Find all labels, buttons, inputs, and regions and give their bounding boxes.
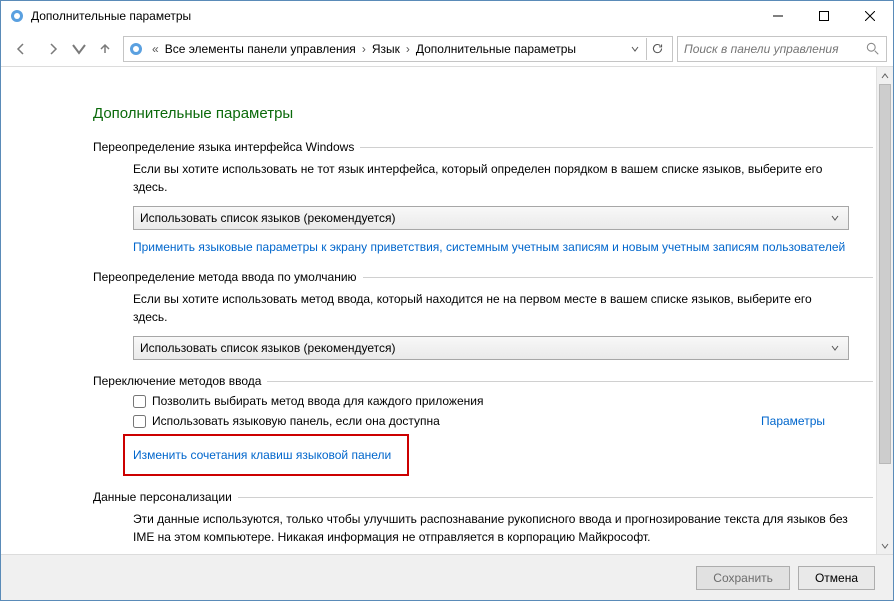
section-ui-language: Переопределение языка интерфейса Windows… bbox=[93, 140, 873, 256]
divider bbox=[267, 381, 873, 382]
titlebar: Дополнительные параметры bbox=[1, 1, 893, 31]
combo-value: Использовать список языков (рекомендуетс… bbox=[140, 211, 396, 225]
page-title: Дополнительные параметры bbox=[93, 105, 873, 122]
breadcrumb-item[interactable]: Язык bbox=[370, 42, 402, 56]
chevron-down-icon bbox=[826, 339, 844, 357]
scroll-up-button[interactable] bbox=[877, 67, 893, 84]
maximize-button[interactable] bbox=[801, 1, 847, 31]
navbar: « Все элементы панели управления › Язык … bbox=[1, 31, 893, 67]
scroll-down-button[interactable] bbox=[877, 537, 893, 554]
section-description: Эти данные используются, только чтобы ул… bbox=[133, 510, 849, 546]
nav-back-button[interactable] bbox=[7, 35, 35, 63]
window-controls bbox=[755, 1, 893, 31]
breadcrumb-item[interactable]: Все элементы панели управления bbox=[163, 42, 358, 56]
section-legend: Переопределение языка интерфейса Windows bbox=[93, 140, 354, 154]
nav-history-dropdown[interactable] bbox=[71, 35, 87, 63]
location-icon bbox=[128, 41, 144, 57]
footer: Сохранить Отмена bbox=[1, 554, 893, 600]
ui-language-select[interactable]: Использовать список языков (рекомендуетс… bbox=[133, 206, 849, 230]
change-hotkeys-link[interactable]: Изменить сочетания клавиш языковой панел… bbox=[133, 448, 391, 462]
use-language-bar-checkbox[interactable]: Использовать языковую панель, если она д… bbox=[133, 414, 440, 428]
close-button[interactable] bbox=[847, 1, 893, 31]
checkbox-label: Позволить выбирать метод ввода для каждо… bbox=[152, 394, 483, 408]
section-description: Если вы хотите использовать не тот язык … bbox=[133, 160, 849, 196]
search-icon bbox=[866, 42, 880, 56]
divider bbox=[360, 147, 873, 148]
checkbox-input[interactable] bbox=[133, 395, 146, 408]
save-button[interactable]: Сохранить bbox=[696, 566, 790, 590]
section-input-method: Переопределение метода ввода по умолчани… bbox=[93, 270, 873, 360]
divider bbox=[363, 277, 873, 278]
checkbox-input[interactable] bbox=[133, 415, 146, 428]
breadcrumb-item[interactable]: Дополнительные параметры bbox=[414, 42, 578, 56]
apply-to-welcome-link[interactable]: Применить языковые параметры к экрану пр… bbox=[133, 240, 845, 254]
combo-value: Использовать список языков (рекомендуетс… bbox=[140, 341, 396, 355]
section-legend: Переопределение метода ввода по умолчани… bbox=[93, 270, 357, 284]
section-switch-methods: Переключение методов ввода Позволить выб… bbox=[93, 374, 873, 476]
scrollbar-thumb[interactable] bbox=[879, 84, 891, 464]
highlight-annotation: Изменить сочетания клавиш языковой панел… bbox=[123, 434, 409, 476]
search-input[interactable] bbox=[684, 42, 866, 56]
input-method-select[interactable]: Использовать список языков (рекомендуетс… bbox=[133, 336, 849, 360]
vertical-scrollbar[interactable] bbox=[876, 67, 893, 554]
content-area: Дополнительные параметры Переопределение… bbox=[1, 67, 893, 554]
breadcrumb[interactable]: « Все элементы панели управления › Язык … bbox=[123, 36, 673, 62]
section-description: Если вы хотите использовать метод ввода,… bbox=[133, 290, 849, 326]
minimize-button[interactable] bbox=[755, 1, 801, 31]
cancel-button[interactable]: Отмена bbox=[798, 566, 875, 590]
breadcrumb-root-chevron[interactable]: « bbox=[148, 42, 163, 56]
search-box[interactable] bbox=[677, 36, 887, 62]
scrollbar-track[interactable] bbox=[877, 464, 893, 537]
divider bbox=[238, 497, 873, 498]
window-title: Дополнительные параметры bbox=[31, 9, 191, 23]
control-panel-icon bbox=[9, 8, 25, 24]
chevron-right-icon: › bbox=[358, 42, 370, 56]
breadcrumb-dropdown[interactable] bbox=[624, 38, 646, 60]
checkbox-label: Использовать языковую панель, если она д… bbox=[152, 414, 440, 428]
refresh-button[interactable] bbox=[646, 38, 668, 60]
per-app-input-checkbox[interactable]: Позволить выбирать метод ввода для каждо… bbox=[133, 394, 849, 408]
nav-forward-button[interactable] bbox=[39, 35, 67, 63]
chevron-down-icon bbox=[826, 209, 844, 227]
nav-up-button[interactable] bbox=[91, 35, 119, 63]
section-legend: Переключение методов ввода bbox=[93, 374, 261, 388]
chevron-right-icon: › bbox=[402, 42, 414, 56]
section-personalization: Данные персонализации Эти данные использ… bbox=[93, 490, 873, 546]
language-bar-options-link[interactable]: Параметры bbox=[761, 414, 849, 428]
section-legend: Данные персонализации bbox=[93, 490, 232, 504]
